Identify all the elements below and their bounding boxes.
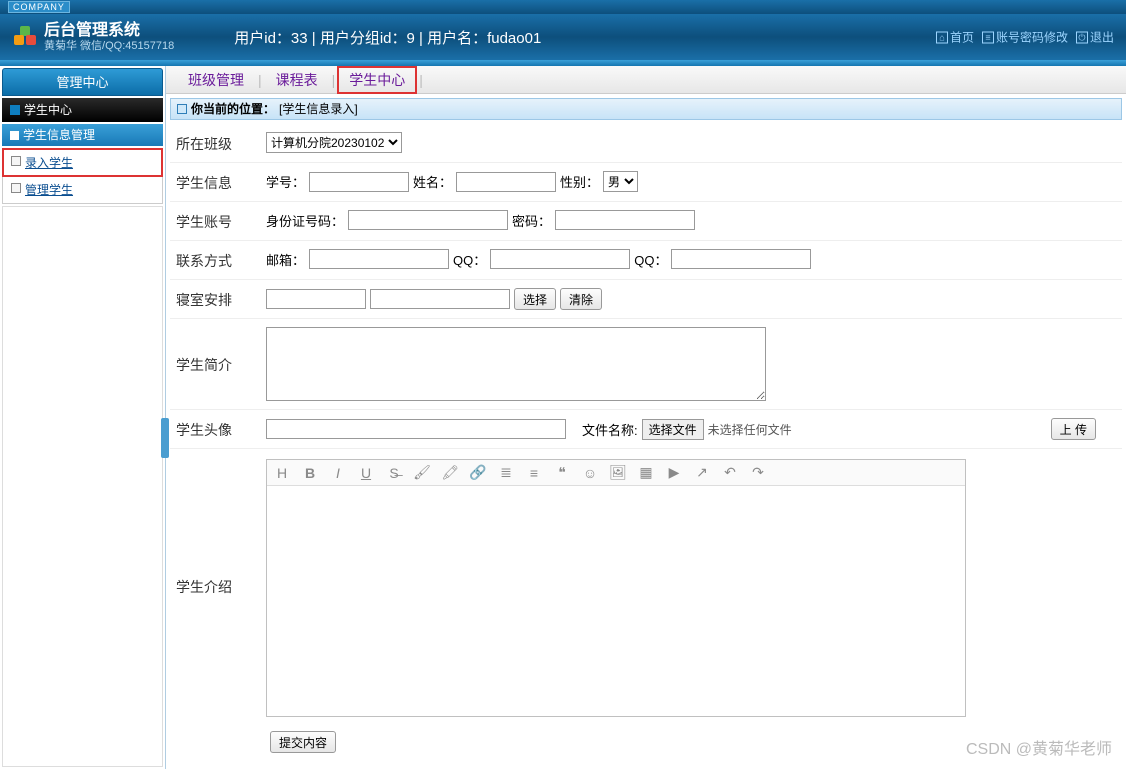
user-info: 用户id：33 | 用户分组id：9 | 用户名：fudao01: [234, 27, 541, 48]
label-qq1: QQ：: [453, 250, 486, 269]
strikethrough-icon[interactable]: S̶: [385, 465, 403, 481]
input-dorm-b[interactable]: [370, 289, 510, 309]
submit-button[interactable]: 提交内容: [270, 731, 336, 753]
input-email[interactable]: [309, 249, 449, 269]
top-actions: ⌂首页 ≡账号密码修改 ⏻退出: [936, 29, 1114, 46]
label-student-info: 学生信息: [176, 171, 266, 193]
exit-link[interactable]: ⏻退出: [1076, 29, 1114, 46]
label-email: 邮箱：: [266, 250, 305, 269]
system-sub: 黄菊华 微信/QQ:45157718: [44, 40, 174, 53]
sidebar-section-title[interactable]: 学生中心: [2, 98, 163, 122]
label-dorm: 寝室安排: [176, 288, 266, 310]
upload-button[interactable]: 上 传: [1051, 418, 1096, 440]
list-icon[interactable]: ≣: [497, 464, 515, 481]
italic-icon[interactable]: I: [329, 465, 347, 481]
input-avatar-path[interactable]: [266, 419, 566, 439]
redo-icon[interactable]: ↷: [749, 464, 767, 481]
select-gender[interactable]: 男: [603, 171, 638, 192]
home-label: 首页: [950, 29, 974, 46]
system-name: 后台管理系统: [44, 21, 174, 40]
sidebar-item-enroll-student[interactable]: 录入学生: [3, 149, 162, 176]
select-class[interactable]: 计算机分院20230102: [266, 132, 402, 153]
sidebar-group-label: 学生信息管理: [23, 124, 95, 146]
label-password: 密码：: [512, 211, 551, 230]
location-value: [学生信息录入]: [279, 98, 358, 120]
file-status: 未选择任何文件: [708, 421, 792, 438]
input-qq2[interactable]: [671, 249, 811, 269]
home-icon: ⌂: [936, 31, 948, 43]
choose-file-button[interactable]: 选择文件: [642, 419, 704, 440]
label-detail: 学生介绍: [176, 457, 266, 597]
expand-icon[interactable]: ↗: [693, 464, 711, 481]
bold-icon[interactable]: B: [301, 465, 319, 481]
top-company-bar: COMPANY: [0, 0, 1126, 14]
pwd-label: 账号密码修改: [996, 29, 1068, 46]
exit-label: 退出: [1090, 29, 1114, 46]
location-label: 你当前的位置：: [191, 98, 275, 120]
square-icon: [10, 105, 20, 115]
paint-icon[interactable]: 🖌: [413, 464, 431, 481]
breadcrumb: 你当前的位置： [学生信息录入]: [170, 98, 1122, 120]
sidebar: 管理中心 学生中心 学生信息管理 录入学生 管理学生: [0, 66, 165, 769]
textarea-intro[interactable]: [266, 327, 766, 401]
top-tabs: 班级管理 | 课程表 | 学生中心 |: [166, 66, 1126, 94]
sidebar-header: 管理中心: [2, 68, 163, 96]
input-name[interactable]: [456, 172, 556, 192]
square-icon: [10, 131, 19, 140]
underline-icon[interactable]: U: [357, 465, 375, 481]
label-class: 所在班级: [176, 132, 266, 154]
input-idcard[interactable]: [348, 210, 508, 230]
quote-icon[interactable]: ❝: [553, 464, 571, 481]
tab-class-mgmt[interactable]: 班级管理: [178, 68, 254, 92]
panel-resize-handle[interactable]: [161, 418, 169, 458]
align-icon[interactable]: ≡: [525, 465, 543, 481]
label-idcard: 身份证号码：: [266, 211, 344, 230]
main-area: 班级管理 | 课程表 | 学生中心 | 你当前的位置： [学生信息录入] 所在班…: [165, 66, 1126, 769]
tab-schedule[interactable]: 课程表: [266, 68, 328, 92]
emoji-icon[interactable]: ☺: [581, 465, 599, 481]
company-badge: COMPANY: [8, 1, 70, 13]
select-button[interactable]: 选择: [514, 288, 556, 310]
input-qq1[interactable]: [490, 249, 630, 269]
label-account: 学生账号: [176, 210, 266, 232]
label-contact: 联系方式: [176, 249, 266, 271]
power-icon: ⏻: [1076, 31, 1088, 43]
label-intro: 学生简介: [176, 327, 266, 375]
editor-toolbar: H B I U S̶ 🖌 🖍 🔗 ≣ ≡ ❝: [267, 460, 965, 486]
editor-body[interactable]: [267, 486, 965, 716]
label-qq2: QQ：: [634, 250, 667, 269]
input-dorm-a[interactable]: [266, 289, 366, 309]
table-icon[interactable]: ▦: [637, 464, 655, 481]
tab-student-center[interactable]: 学生中心: [339, 68, 415, 92]
undo-icon[interactable]: ↶: [721, 464, 739, 481]
label-file-title: 文件名称:: [582, 420, 638, 439]
sidebar-fill: [2, 206, 163, 767]
label-gender: 性别：: [560, 172, 599, 191]
label-xingming: 姓名：: [413, 172, 452, 191]
label-avatar: 学生头像: [176, 418, 266, 440]
sidebar-group-header[interactable]: 学生信息管理: [2, 124, 163, 146]
link-icon[interactable]: 🔗: [469, 464, 487, 481]
pwd-change-link[interactable]: ≡账号密码修改: [982, 29, 1068, 46]
image-icon[interactable]: 🖼: [609, 464, 627, 481]
clear-button[interactable]: 清除: [560, 288, 602, 310]
heading-icon[interactable]: H: [273, 465, 291, 481]
label-xuehao: 学号：: [266, 172, 305, 191]
form-area: 所在班级 计算机分院20230102 学生信息 学号： 姓名： 性别：: [170, 124, 1122, 753]
input-password[interactable]: [555, 210, 695, 230]
logo-icon: [14, 26, 36, 48]
brush-icon[interactable]: 🖍: [441, 464, 459, 481]
input-student-id[interactable]: [309, 172, 409, 192]
home-link[interactable]: ⌂首页: [936, 29, 974, 46]
sidebar-item-manage-student[interactable]: 管理学生: [3, 176, 162, 203]
header-bar: 后台管理系统 黄菊华 微信/QQ:45157718 用户id：33 | 用户分组…: [0, 14, 1126, 60]
list-icon: ≡: [982, 31, 994, 43]
video-icon[interactable]: ▶: [665, 464, 683, 481]
title-block: 后台管理系统 黄菊华 微信/QQ:45157718: [44, 21, 174, 53]
sidebar-section-label: 学生中心: [24, 98, 72, 122]
rich-editor: H B I U S̶ 🖌 🖍 🔗 ≣ ≡ ❝: [266, 459, 966, 717]
location-icon: [177, 104, 187, 114]
